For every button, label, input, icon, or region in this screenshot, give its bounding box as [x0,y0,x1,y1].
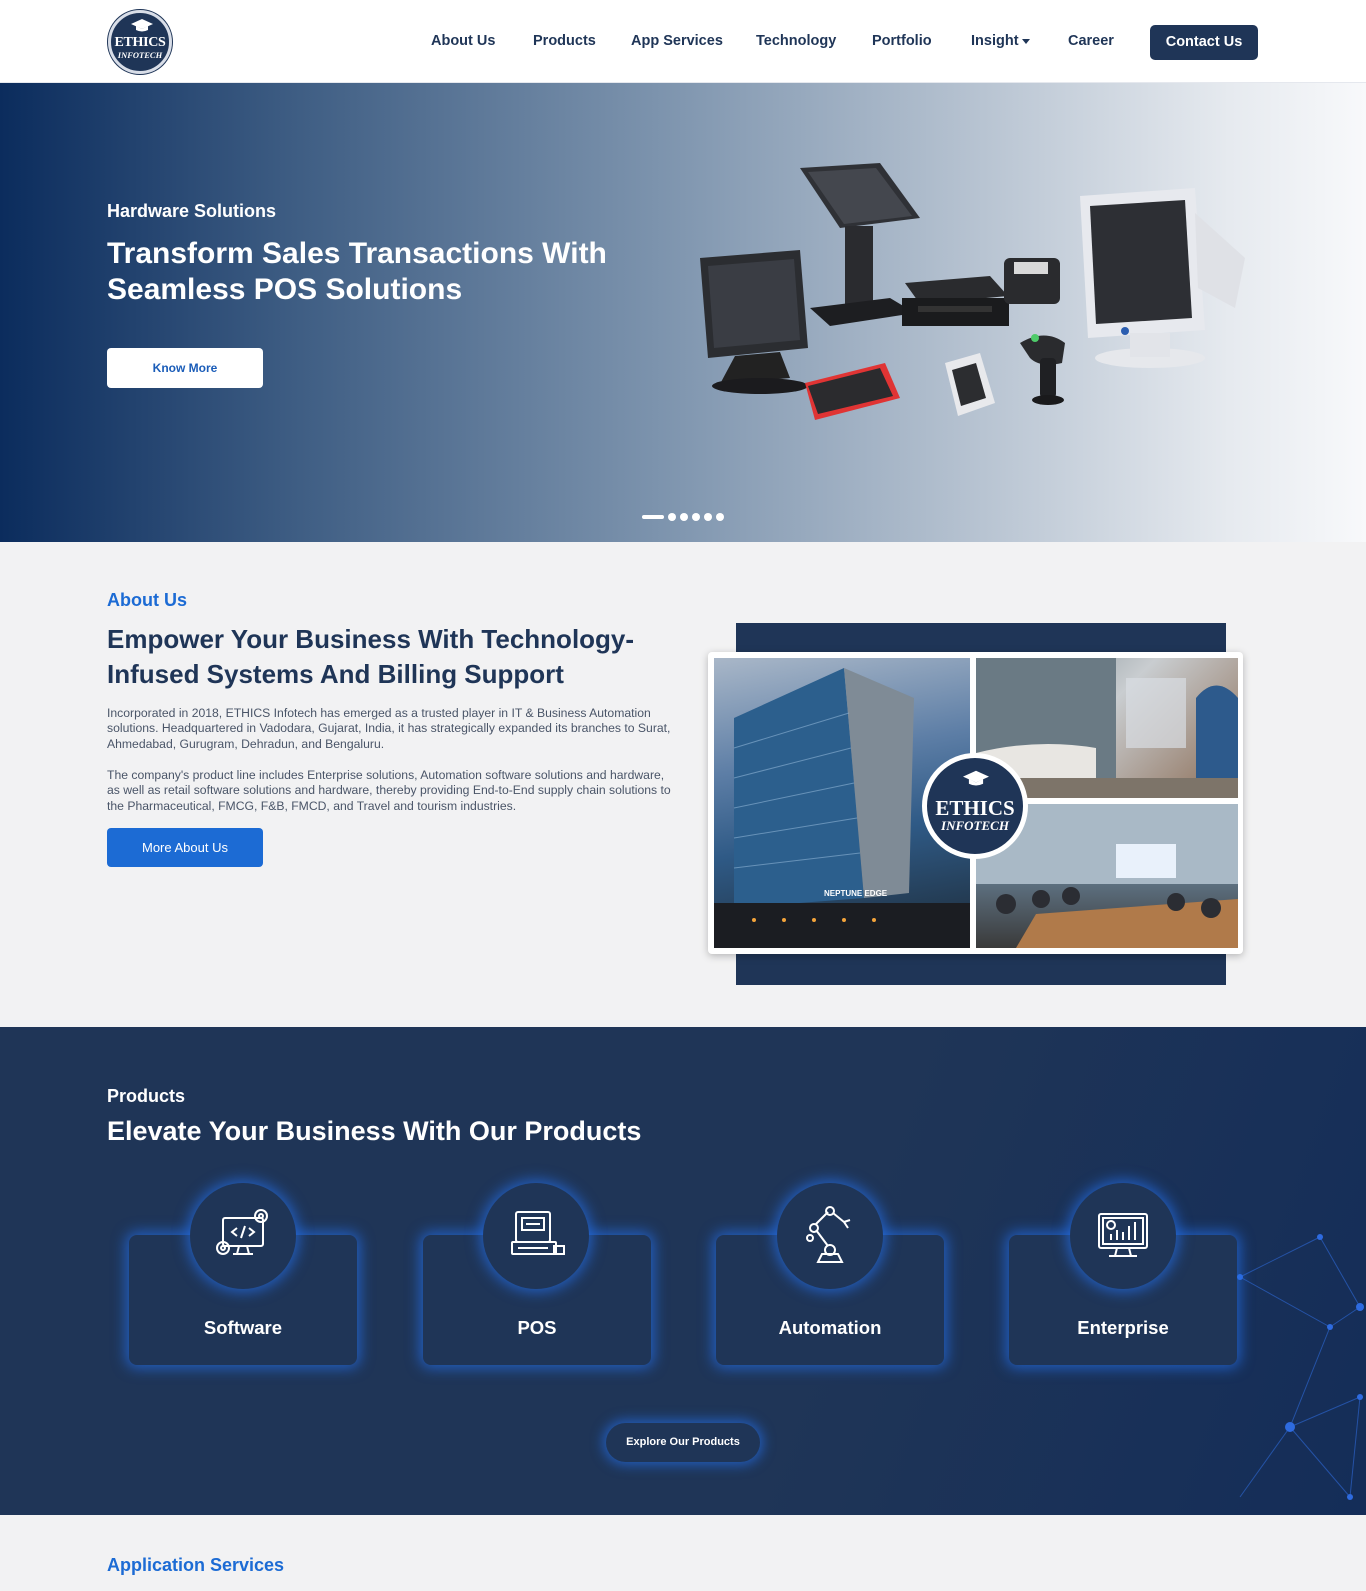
slider-dot-5[interactable] [704,513,712,521]
slider-dot-3[interactable] [680,513,688,521]
product-label-automation: Automation [778,1317,882,1338]
collage-ethics-logo: ETHICS INFOTECH [922,753,1028,859]
nav-insight[interactable]: Insight [971,33,1030,49]
about-title: Empower Your Business With Technology-In… [107,624,635,689]
product-icon-circle-pos[interactable] [483,1183,589,1289]
application-services-section: Application Services [0,1515,1366,1591]
pos-icon [511,1211,565,1255]
products-section: Products Elevate Your Business With Our … [0,1027,1366,1515]
nav-insight-label: Insight [971,33,1019,49]
hero-slider: Hardware Solutions Transform Sales Trans… [0,83,1366,542]
mobile-scanner [945,353,995,416]
products-title: Elevate Your Business With Our Products [107,1116,642,1146]
nav-technology[interactable]: Technology [756,33,836,49]
nav-app-services[interactable]: App Services [631,33,723,49]
caret-down-icon [1021,38,1030,44]
hero-title: Transform Sales Transactions With Seamle… [107,237,607,306]
nav-portfolio[interactable]: Portfolio [872,33,932,49]
ethics-infotech-logo[interactable]: ETHICS INFOTECH [108,10,172,74]
about-section-label: About Us [107,590,187,610]
product-icon-circle-software[interactable] [190,1183,296,1289]
product-label-pos: POS [517,1317,557,1338]
product-label-enterprise: Enterprise [1077,1317,1169,1338]
pos-terminal-left [700,250,808,394]
graduation-cap-icon [131,19,153,32]
barcode-scanner [1020,334,1065,405]
network-decoration [1237,1234,1364,1500]
slider-dots [642,513,724,521]
application-services-label: Application Services [107,1555,285,1575]
receipt-printer [1004,258,1060,304]
slider-dot-1[interactable] [642,515,664,519]
handheld-pos [805,363,900,420]
nav-products[interactable]: Products [533,33,596,49]
pos-hardware-image [700,163,1245,420]
logo-text-infotech: INFOTECH [117,50,163,60]
hero-subtitle: Hardware Solutions [107,201,277,221]
collage-logo-infotech: INFOTECH [941,818,1009,833]
product-label-software: Software [203,1317,283,1338]
product-icon-circle-automation[interactable] [777,1183,883,1289]
graduation-cap-icon [963,770,989,786]
logo-text-ethics: ETHICS [114,35,166,50]
building-sign: NEPTUNE EDGE [824,889,888,898]
cash-drawer [902,276,1009,326]
about-paragraph-1: Incorporated in 2018, ETHICS Infotech ha… [107,706,671,751]
about-paragraph-2: The company's product line includes Ente… [107,768,671,813]
know-more-button[interactable]: Know More [107,348,263,388]
slider-dot-6[interactable] [716,513,724,521]
slider-dot-4[interactable] [692,513,700,521]
pos-terminal-white [1080,188,1245,368]
enterprise-icon [1098,1213,1148,1257]
more-about-us-button[interactable]: More About Us [107,828,263,867]
products-section-label: Products [107,1086,186,1106]
contact-us-button[interactable]: Contact Us [1150,25,1258,60]
explore-products-button[interactable]: Explore Our Products [606,1423,760,1462]
about-section: About Us Empower Your Business With Tech… [0,542,1366,1027]
site-header: ETHICS INFOTECH About Us Products App Se… [0,0,1366,83]
slider-dot-2[interactable] [668,513,676,521]
nav-career[interactable]: Career [1068,33,1114,49]
nav-about-us[interactable]: About Us [431,33,495,49]
software-icon [216,1209,268,1255]
automation-icon [806,1206,851,1263]
product-icon-circle-enterprise[interactable] [1070,1183,1176,1289]
office-photo-collage: NEPTUNE EDGE ETHICS INFOTECH [708,652,1243,954]
